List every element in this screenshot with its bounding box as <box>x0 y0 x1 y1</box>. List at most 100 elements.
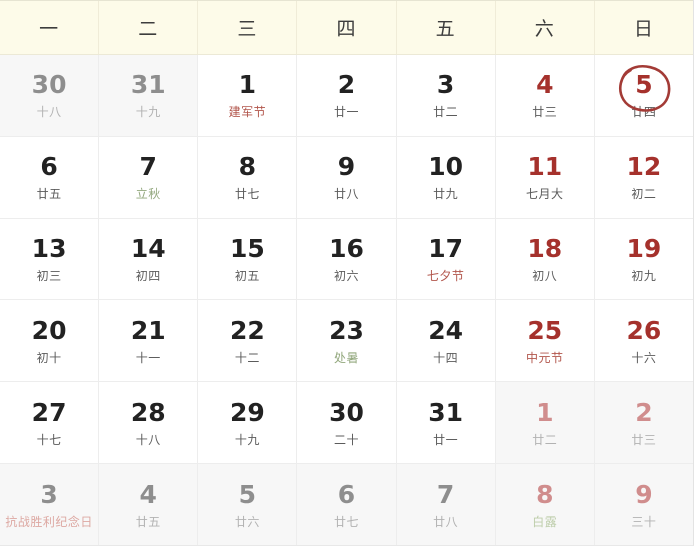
day-number: 8 <box>238 152 257 182</box>
day-lunar-label: 廿四 <box>631 105 657 120</box>
calendar-week-row: 6 廿五 7 立秋 8 廿七 9 廿八 10 廿九 11 七月大 12 初二 <box>0 136 693 219</box>
day-cell[interactable]: 26 十六 <box>594 300 693 382</box>
day-lunar-label: 初三 <box>36 269 62 284</box>
weekday-header-5: 六 <box>496 1 595 54</box>
day-cell[interactable]: 1 廿二 <box>495 382 595 464</box>
day-number: 6 <box>337 479 356 509</box>
day-cell[interactable]: 22 十二 <box>198 300 298 382</box>
day-lunar-label: 十九 <box>234 432 260 447</box>
day-cell[interactable]: 11 七月大 <box>495 136 595 218</box>
day-cell[interactable]: 13 初三 <box>0 218 100 300</box>
day-lunar-label: 初六 <box>333 269 359 284</box>
day-lunar-label: 廿一 <box>333 105 359 120</box>
day-number: 14 <box>130 234 166 264</box>
day-number: 11 <box>527 152 563 182</box>
day-cell[interactable]: 12 初二 <box>594 136 693 218</box>
day-cell[interactable]: 7 立秋 <box>99 136 199 218</box>
day-number: 27 <box>31 397 67 427</box>
day-number: 26 <box>626 315 662 345</box>
day-cell[interactable]: 21 十一 <box>99 300 199 382</box>
day-cell[interactable]: 4 廿五 <box>99 464 199 545</box>
day-number: 29 <box>229 397 265 427</box>
day-lunar-label: 廿八 <box>433 514 459 529</box>
day-lunar-label: 十七 <box>36 432 62 447</box>
day-cell[interactable]: 31 廿一 <box>396 382 496 464</box>
day-cell[interactable]: 9 三十 <box>594 464 693 545</box>
day-lunar-label: 处暑 <box>333 350 359 365</box>
day-cell[interactable]: 7 廿八 <box>396 464 496 545</box>
day-lunar-label: 廿九 <box>433 187 459 202</box>
day-number: 1 <box>536 397 554 427</box>
day-cell[interactable]: 14 初四 <box>99 218 199 300</box>
day-number: 3 <box>436 70 455 100</box>
day-cell[interactable]: 20 初十 <box>0 300 100 382</box>
day-lunar-label: 廿八 <box>333 187 359 202</box>
day-cell[interactable]: 24 十四 <box>396 300 496 382</box>
day-number: 2 <box>635 397 653 427</box>
day-cell[interactable]: 8 廿七 <box>198 136 298 218</box>
day-cell[interactable]: 4 廿三 <box>495 55 595 136</box>
day-cell[interactable]: 9 廿八 <box>297 136 397 218</box>
day-cell[interactable]: 8 白露 <box>495 464 595 545</box>
day-number: 30 <box>31 70 67 100</box>
day-number: 10 <box>428 152 464 182</box>
weekday-header-row: 一二三四五六 日 <box>0 0 693 55</box>
day-lunar-label: 初二 <box>631 187 657 202</box>
day-cell[interactable]: 6 廿七 <box>297 464 397 545</box>
day-lunar-label: 廿七 <box>234 187 260 202</box>
day-cell[interactable]: 19 初九 <box>594 218 693 300</box>
day-lunar-label: 白露 <box>532 514 558 529</box>
weekday-header-4: 五 <box>397 1 496 54</box>
day-number: 22 <box>229 315 265 345</box>
day-cell[interactable]: 27 十七 <box>0 382 100 464</box>
calendar-week-row: 27 十七 28 十八 29 十九 30 二十 31 廿一 1 廿二 2 廿三 <box>0 382 693 465</box>
day-cell[interactable]: 2 廿一 <box>297 55 397 136</box>
day-number: 7 <box>139 152 157 182</box>
day-cell[interactable]: 31 十九 <box>99 55 199 136</box>
day-lunar-label: 立秋 <box>135 187 161 202</box>
day-cell[interactable]: 18 初八 <box>495 218 595 300</box>
day-cell[interactable]: 5 廿四 <box>594 55 693 136</box>
day-number: 24 <box>428 315 464 345</box>
day-cell[interactable]: 23 处暑 <box>297 300 397 382</box>
day-cell[interactable]: 15 初五 <box>198 218 298 300</box>
day-number: 4 <box>536 70 554 100</box>
day-lunar-label: 廿三 <box>532 105 558 120</box>
weekday-header-0: 一 <box>0 1 100 54</box>
day-lunar-label: 十六 <box>631 350 657 365</box>
day-number: 30 <box>329 397 364 427</box>
day-number: 3 <box>40 479 58 509</box>
day-cell[interactable]: 10 廿九 <box>396 136 496 218</box>
day-cell[interactable]: 16 初六 <box>297 218 397 300</box>
day-cell[interactable]: 3 抗战胜利纪念日 <box>0 464 100 545</box>
day-number: 28 <box>130 397 166 427</box>
day-cell[interactable]: 3 廿二 <box>396 55 496 136</box>
calendar-week-row: 13 初三 14 初四 15 初五 16 初六 17 七夕节 18 初八 19 初九 <box>0 218 693 301</box>
day-cell[interactable]: 30 二十 <box>297 382 397 464</box>
day-lunar-label: 七月大 <box>526 187 564 202</box>
day-cell[interactable]: 30 十八 <box>0 55 100 136</box>
day-number: 8 <box>536 479 554 509</box>
day-lunar-label: 中元节 <box>526 350 564 365</box>
day-lunar-label: 十一 <box>135 350 161 365</box>
day-cell[interactable]: 2 廿三 <box>594 382 693 464</box>
day-cell[interactable]: 25 中元节 <box>495 300 595 382</box>
day-cell[interactable]: 17 七夕节 <box>396 218 496 300</box>
day-cell[interactable]: 29 十九 <box>198 382 298 464</box>
day-number: 31 <box>428 397 464 427</box>
day-lunar-label: 建军节 <box>228 105 267 120</box>
day-number: 25 <box>527 315 563 345</box>
weekday-header-1: 二 <box>99 1 199 54</box>
calendar-week-row: 20 初十 21 十一 22 十二 23 处暑 24 十四 25 中元节 26 十六 <box>0 300 693 383</box>
day-lunar-label: 廿二 <box>532 432 558 447</box>
calendar-weeks-grid: 30 十八 31 十九 1 建军节 2 廿一 3 廿二 4 廿三 5 廿四 6 廿五 7 立秋 8 廿七 9 廿八 10 廿九… <box>0 55 693 545</box>
day-lunar-label: 初八 <box>532 269 558 284</box>
day-cell[interactable]: 1 建军节 <box>198 55 298 136</box>
day-cell[interactable]: 6 廿五 <box>0 136 100 218</box>
day-lunar-label: 廿五 <box>36 187 62 202</box>
day-lunar-label: 十四 <box>433 350 459 365</box>
day-cell[interactable]: 5 廿六 <box>198 464 298 545</box>
weekday-header-3: 四 <box>297 1 397 54</box>
weekday-header-6: 日 <box>633 18 654 40</box>
day-cell[interactable]: 28 十八 <box>99 382 199 464</box>
